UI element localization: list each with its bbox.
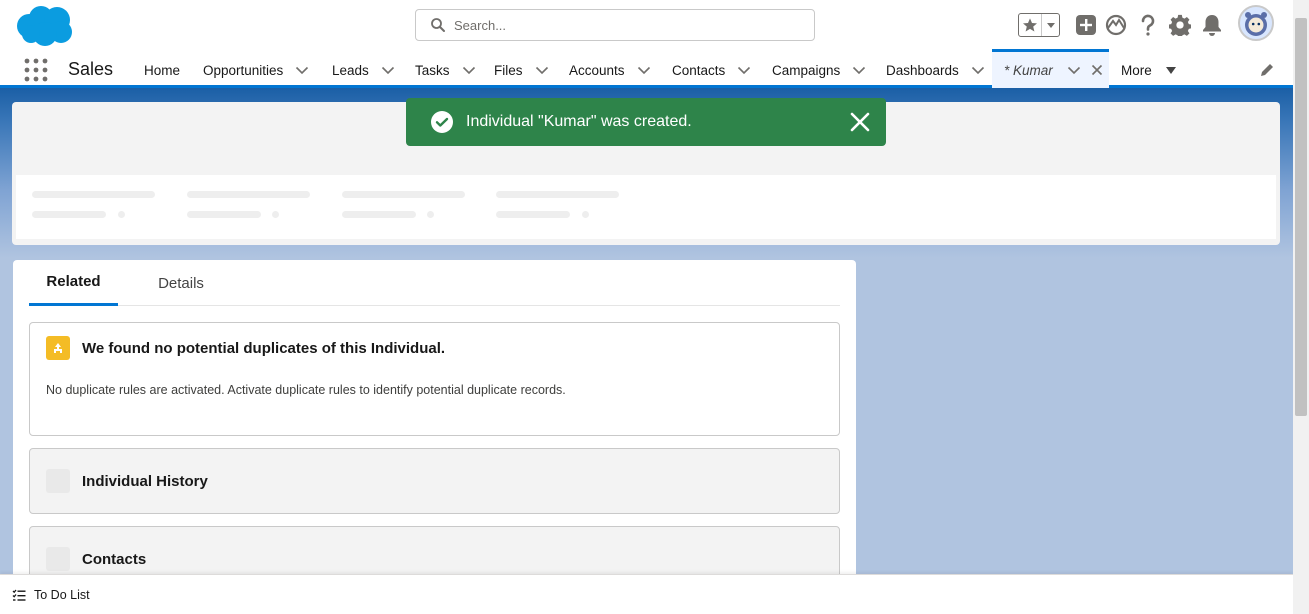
add-icon (1076, 15, 1096, 35)
nav-item-leads[interactable]: Leads (332, 52, 395, 88)
success-toast: Individual "Kumar" was created. (406, 98, 886, 146)
skeleton-line (32, 191, 155, 198)
nav-item-label: Leads (332, 62, 369, 78)
chevron-down-icon[interactable] (1067, 66, 1081, 75)
record-detail-card: Related Details We found no potential du… (13, 260, 856, 592)
tab-kumar[interactable]: * Kumar (992, 49, 1109, 88)
tab-related[interactable]: Related (29, 260, 118, 306)
success-check-icon (431, 111, 453, 133)
nav-item-label: Campaigns (772, 62, 841, 78)
global-header (0, 0, 1293, 52)
bell-icon (1203, 15, 1221, 36)
related-list-title[interactable]: Individual History (82, 473, 208, 490)
setup-button[interactable] (1167, 12, 1193, 38)
skeleton-line (342, 211, 416, 218)
chevron-down-icon[interactable] (381, 66, 395, 75)
skeleton-line (496, 211, 570, 218)
nav-item-label: Files (494, 62, 523, 78)
notifications-button[interactable] (1199, 12, 1225, 38)
record-tabs: Related Details (29, 260, 840, 306)
chevron-down-icon[interactable] (535, 66, 549, 75)
tab-details[interactable]: Details (149, 260, 213, 306)
page-scrollbar[interactable] (1293, 0, 1309, 614)
skeleton-dot (272, 211, 279, 218)
chevron-down-icon[interactable] (737, 66, 751, 75)
contact-icon (46, 547, 70, 571)
nav-item-label: Accounts (569, 62, 625, 78)
chevron-down-icon (1046, 23, 1055, 28)
duplicates-card: We found no potential duplicates of this… (29, 322, 840, 436)
todo-list-icon (12, 589, 26, 601)
skeleton-line (187, 191, 310, 198)
duplicate-icon (46, 336, 70, 360)
app-launcher-icon[interactable] (24, 58, 48, 82)
search-icon (431, 18, 445, 32)
nav-item-label: Tasks (415, 62, 450, 78)
nav-item-label: Contacts (672, 62, 726, 78)
duplicates-title: We found no potential duplicates of this… (82, 340, 446, 357)
user-avatar[interactable] (1238, 5, 1274, 41)
close-toast-icon[interactable] (849, 111, 871, 133)
salesforce-cloud-logo[interactable] (15, 4, 75, 46)
highlights-fields-placeholder (16, 175, 1276, 239)
utility-bar: To Do List (0, 574, 1293, 614)
scrollbar-thumb[interactable] (1295, 18, 1307, 416)
nav-more-label: More (1121, 62, 1152, 78)
skeleton-dot (118, 211, 125, 218)
edit-nav-icon[interactable] (1259, 62, 1275, 78)
nav-item-dashboards[interactable]: Dashboards (886, 52, 985, 88)
global-search[interactable] (415, 9, 815, 41)
nav-item-label: Dashboards (886, 62, 959, 78)
trailhead-icon (1105, 14, 1127, 36)
nav-item-contacts[interactable]: Contacts (672, 52, 751, 88)
search-input[interactable] (454, 17, 794, 33)
nav-item-label: Opportunities (203, 62, 284, 78)
skeleton-line (496, 191, 619, 198)
skeleton-line (32, 211, 106, 218)
skeleton-dot (427, 211, 434, 218)
toast-message: Individual "Kumar" was created. (466, 113, 692, 130)
favorites-group (1018, 13, 1060, 37)
todo-list-button[interactable]: To Do List (12, 588, 90, 602)
skeleton-dot (582, 211, 589, 218)
nav-item-accounts[interactable]: Accounts (569, 52, 651, 88)
tab-kumar-label: * Kumar (1004, 62, 1053, 78)
chevron-down-icon[interactable] (852, 66, 866, 75)
todo-list-label: To Do List (34, 588, 90, 602)
star-icon (1023, 18, 1037, 32)
help-button[interactable] (1135, 12, 1161, 38)
duplicates-message: No duplicate rules are activated. Activa… (46, 383, 566, 397)
nav-item-label: Home (144, 62, 181, 78)
chevron-down-icon[interactable] (971, 66, 985, 75)
nav-item-home[interactable]: Home (144, 52, 180, 88)
chevron-down-icon[interactable] (637, 66, 651, 75)
close-tab-icon[interactable] (1091, 64, 1103, 76)
caret-down-icon (1165, 66, 1176, 74)
nav-item-files[interactable]: Files (494, 52, 549, 88)
nav-item-tasks[interactable]: Tasks (415, 52, 476, 88)
favorites-button[interactable] (1019, 14, 1042, 36)
gear-icon (1169, 14, 1191, 36)
astro-avatar-icon (1245, 12, 1267, 36)
related-list-title[interactable]: Contacts (82, 551, 146, 568)
nav-item-campaigns[interactable]: Campaigns (772, 52, 866, 88)
app-navigation: Sales Home Opportunities Leads Tasks Fil… (0, 49, 1293, 88)
related-list-individual-history: Individual History (29, 448, 840, 514)
nav-more-menu[interactable]: More (1121, 52, 1176, 88)
history-icon (46, 469, 70, 493)
chevron-down-icon[interactable] (462, 66, 476, 75)
chevron-down-icon[interactable] (295, 66, 309, 75)
trailhead-button[interactable] (1103, 12, 1129, 38)
help-icon (1141, 14, 1155, 36)
skeleton-line (342, 191, 465, 198)
app-name: Sales (68, 59, 114, 79)
favorites-list-button[interactable] (1042, 14, 1059, 36)
nav-item-opportunities[interactable]: Opportunities (203, 52, 309, 88)
skeleton-line (187, 211, 261, 218)
global-actions-button[interactable] (1073, 12, 1099, 38)
